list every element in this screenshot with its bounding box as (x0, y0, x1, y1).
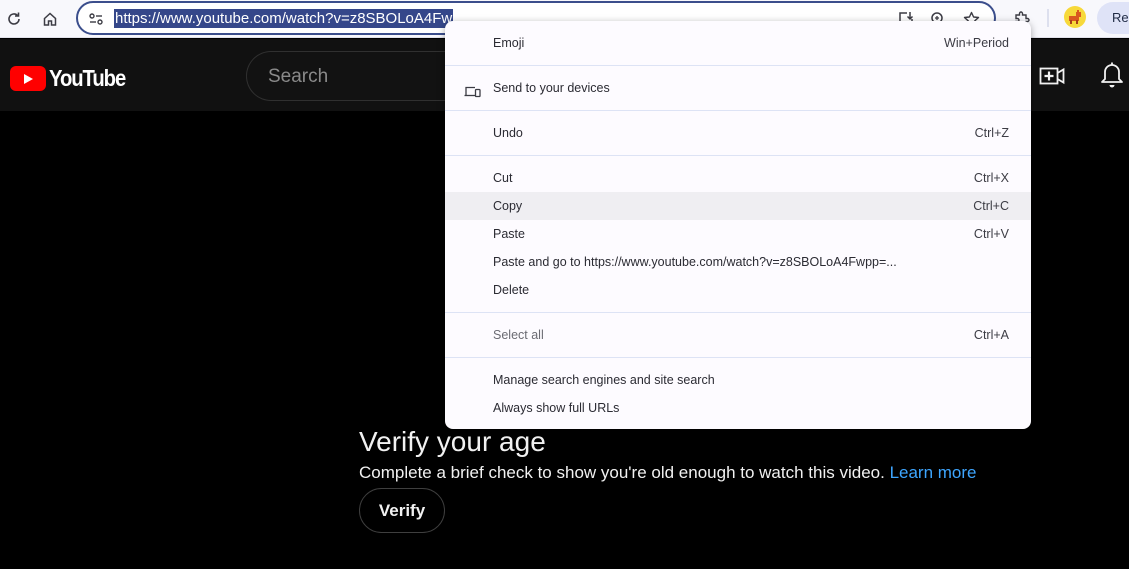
youtube-logo-text: YouTube (49, 65, 126, 91)
menu-item-label: Emoji (493, 36, 525, 50)
menu-item-paste[interactable]: Paste Ctrl+V (445, 220, 1031, 248)
menu-separator (445, 312, 1031, 313)
menu-item-cut[interactable]: Cut Ctrl+X (445, 164, 1031, 192)
home-icon[interactable] (39, 8, 61, 30)
create-video-icon[interactable] (1039, 65, 1065, 87)
verify-description-text: Complete a brief check to show you're ol… (359, 463, 885, 482)
menu-separator (445, 110, 1031, 111)
menu-item-label: Cut (493, 171, 513, 185)
menu-item-paste-and-go[interactable]: Paste and go to https://www.youtube.com/… (445, 248, 1031, 276)
menu-separator (445, 357, 1031, 358)
youtube-play-icon (10, 66, 46, 91)
url-text-selected[interactable]: https://www.youtube.com/watch?v=z8SBOLoA… (114, 9, 454, 28)
menu-item-label: Always show full URLs (493, 401, 620, 415)
devices-icon (464, 81, 481, 98)
context-menu: Emoji Win+Period Send to your devices Un… (445, 21, 1031, 429)
menu-item-shortcut: Ctrl+Z (974, 126, 1009, 140)
site-info-icon[interactable] (86, 9, 106, 29)
menu-item-label: Paste (493, 227, 525, 241)
menu-item-shortcut: Ctrl+V (973, 227, 1009, 241)
notifications-bell-icon[interactable] (1100, 62, 1124, 90)
search-placeholder: Search (268, 66, 329, 87)
menu-item-label: Select all (493, 328, 544, 342)
menu-item-label: Delete (493, 283, 530, 297)
menu-item-shortcut: Ctrl+C (973, 199, 1009, 213)
reload-icon[interactable] (3, 8, 25, 30)
verify-button[interactable]: Verify (359, 488, 445, 533)
verify-description: Complete a brief check to show you're ol… (359, 463, 977, 483)
profile-avatar[interactable] (1064, 6, 1086, 28)
menu-item-emoji[interactable]: Emoji Win+Period (445, 29, 1031, 57)
menu-separator (445, 65, 1031, 66)
toolbar-separator (1047, 9, 1049, 27)
screen: https://www.youtube.com/watch?v=z8SBOLoA… (0, 0, 1129, 569)
menu-item-label: Send to your devices (493, 81, 610, 95)
menu-item-delete[interactable]: Delete (445, 276, 1031, 304)
menu-item-select-all[interactable]: Select all Ctrl+A (445, 321, 1031, 349)
menu-item-manage-search-engines[interactable]: Manage search engines and site search (445, 366, 1031, 394)
menu-item-send-to-devices[interactable]: Send to your devices (445, 74, 1031, 102)
menu-item-shortcut: Win+Period (944, 36, 1009, 50)
menu-item-undo[interactable]: Undo Ctrl+Z (445, 119, 1031, 147)
youtube-logo[interactable]: YouTube (10, 65, 136, 92)
menu-separator (445, 155, 1031, 156)
menu-item-shortcut: Ctrl+A (973, 328, 1009, 342)
menu-item-label: Paste and go to https://www.youtube.com/… (493, 255, 897, 269)
learn-more-link[interactable]: Learn more (890, 463, 977, 482)
relaunch-button[interactable]: Rel (1097, 2, 1129, 34)
menu-item-label: Manage search engines and site search (493, 373, 715, 387)
menu-item-shortcut: Ctrl+X (973, 171, 1009, 185)
menu-item-label: Copy (493, 199, 523, 213)
menu-item-label: Undo (493, 126, 523, 140)
menu-item-always-show-full-urls[interactable]: Always show full URLs (445, 394, 1031, 422)
age-verification-panel: Verify your age Complete a brief check t… (359, 424, 977, 533)
verify-title: Verify your age (359, 426, 546, 457)
menu-item-copy[interactable]: Copy Ctrl+C (445, 192, 1031, 220)
